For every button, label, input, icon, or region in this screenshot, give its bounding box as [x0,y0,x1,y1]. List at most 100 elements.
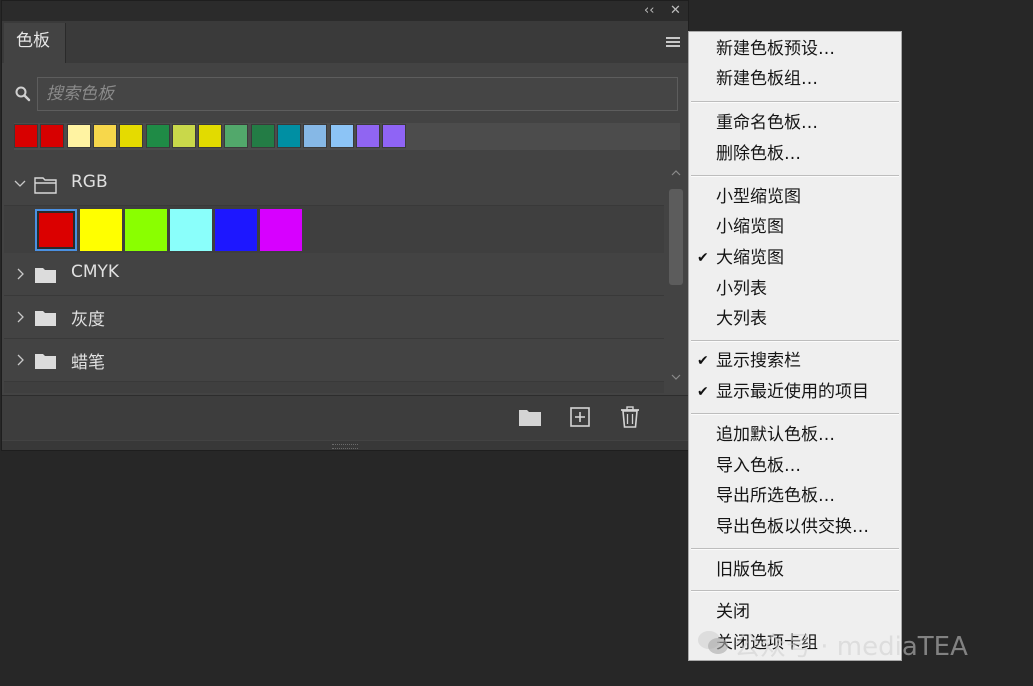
menu-item[interactable]: 旧版色板 [689,555,901,585]
menu-item-label: 小列表 [716,279,767,299]
recent-swatch[interactable] [14,124,38,148]
group-label: CMYK [71,262,120,282]
folder-icon [35,354,56,369]
recent-swatch[interactable] [198,124,223,148]
folder-icon [35,311,56,326]
menu-separator [691,413,899,415]
recent-swatch[interactable] [329,124,354,148]
chevron-down-icon[interactable] [14,175,26,193]
group-row-grayscale[interactable]: 灰度 [4,296,664,339]
menu-item[interactable]: ✔ 显示最近使用的项目 [689,377,901,407]
checkmark-icon: ✔ [697,384,709,400]
group-label: RGB [71,172,108,192]
menu-item[interactable]: ✔ 大缩览图 [689,243,901,273]
rgb-swatch[interactable] [170,209,212,251]
rgb-swatch[interactable] [35,209,77,251]
search-bar [10,77,680,111]
menu-item[interactable]: 导出色板以供交换… [689,512,901,542]
recent-swatch[interactable] [250,124,275,148]
scroll-down-icon[interactable] [671,373,681,381]
rgb-swatch[interactable] [215,209,257,251]
recent-swatch[interactable] [119,124,144,148]
menu-item-label: 显示最近使用的项目 [716,382,869,402]
recent-swatch[interactable] [66,124,91,148]
menu-item[interactable]: 新建色板组… [689,64,901,94]
menu-item[interactable]: 重命名色板… [689,108,901,138]
chevron-right-icon[interactable] [14,265,26,283]
menu-item-label: 导出色板以供交换… [716,517,869,537]
panel-tab-row: 色板 [2,21,688,63]
menu-item-label: 关闭 [716,602,750,622]
menu-item-label: 大列表 [716,309,767,329]
rgb-swatch[interactable] [125,209,167,251]
panel-flyout-menu: 新建色板预设… 新建色板组… 重命名色板… 删除色板… 小型缩览图小缩览图 ✔ 大缩览图小列… [688,31,902,661]
menu-item[interactable]: 小型缩览图 [689,182,901,212]
scroll-up-icon[interactable] [671,169,681,177]
recent-swatch[interactable] [382,124,407,148]
list-scrollbar[interactable] [666,165,688,393]
menu-item-label: 小型缩览图 [716,187,801,207]
panel-resize-grip[interactable] [2,441,688,450]
trash-icon[interactable] [618,406,642,428]
menu-separator [691,590,899,592]
menu-item[interactable]: 小列表 [689,274,901,304]
checkmark-icon: ✔ [697,250,709,266]
menu-item-label: 新建色板预设… [716,39,835,59]
menu-item-label: 重命名色板… [716,113,818,133]
chevron-right-icon[interactable] [14,308,26,326]
menu-separator [691,340,899,342]
panel-menu-icon[interactable] [666,37,680,47]
recent-swatch[interactable] [303,124,328,148]
menu-item[interactable]: 小缩览图 [689,212,901,242]
menu-item-label: 追加默认色板… [716,425,835,445]
swatches-panel: ‹‹ ✕ 色板 RGB [1,0,689,451]
recent-swatches-row [14,123,680,150]
menu-item[interactable]: 导出所选色板… [689,481,901,511]
menu-separator [691,101,899,103]
new-group-folder-icon[interactable] [518,406,542,428]
search-input[interactable] [37,77,678,111]
recent-swatch[interactable] [171,124,196,148]
close-panel-button[interactable]: ✕ [670,3,681,19]
menu-item-label: 大缩览图 [716,248,784,268]
menu-item-label: 导入色板… [716,456,801,476]
recent-swatch[interactable] [355,124,380,148]
menu-item[interactable]: 删除色板… [689,139,901,169]
group-row-cmyk[interactable]: CMYK [4,253,664,296]
collapse-panel-button[interactable]: ‹‹ [644,3,654,19]
panel-bottom-bar [2,395,688,440]
menu-item[interactable]: 导入色板… [689,451,901,481]
rgb-swatch[interactable] [260,209,302,251]
menu-item[interactable]: 追加默认色板… [689,420,901,450]
checkmark-icon: ✔ [697,353,709,369]
panel-titlebar: ‹‹ ✕ [2,1,688,21]
swatch-group-list: RGB CMYK 灰度 蜡笔 [4,163,664,393]
recent-swatch[interactable] [92,124,117,148]
menu-separator [691,548,899,550]
menu-item[interactable]: ✔ 显示搜索栏 [689,346,901,376]
search-icon [15,86,31,102]
menu-item-label: 显示搜索栏 [716,351,801,371]
new-swatch-icon[interactable] [568,406,592,428]
menu-item-label: 旧版色板 [716,560,784,580]
menu-item-label: 导出所选色板… [716,486,835,506]
scroll-thumb[interactable] [669,189,683,285]
menu-item[interactable]: 关闭 [689,597,901,627]
group-label: 灰度 [71,310,105,330]
menu-item-label: 小缩览图 [716,217,784,237]
recent-swatch[interactable] [145,124,170,148]
group-row-pastel[interactable]: 蜡笔 [4,339,664,382]
rgb-swatches-row [4,207,664,251]
chevron-right-icon[interactable] [14,351,26,369]
recent-swatch[interactable] [40,124,65,148]
group-row-rgb[interactable]: RGB [4,163,664,206]
recent-swatch[interactable] [277,124,301,148]
menu-item[interactable]: 新建色板预设… [689,34,901,64]
menu-item-label: 删除色板… [716,144,801,164]
menu-separator [691,175,899,177]
rgb-swatch[interactable] [80,209,122,251]
menu-item[interactable]: 大列表 [689,304,901,334]
group-label: 蜡笔 [71,353,105,373]
recent-swatch[interactable] [224,124,249,148]
tab-swatches[interactable]: 色板 [4,23,66,63]
